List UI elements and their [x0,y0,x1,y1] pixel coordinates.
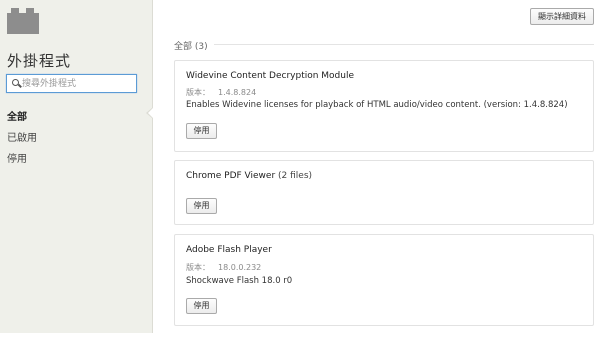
plugins-logo-icon [7,8,39,34]
plugin-name: Chrome PDF Viewer (2 files) [186,171,312,181]
plugin-name-text: Chrome PDF Viewer [186,171,276,181]
plugin-name: Adobe Flash Player [186,245,272,255]
plugin-version: 版本： 18.0.0.232 [186,262,261,273]
nav-item-all[interactable]: 全部 [7,108,27,123]
plugin-version: 版本： 1.4.8.824 [186,87,256,98]
disable-button[interactable]: 停用 [186,198,217,214]
plugin-name: Widevine Content Decryption Module [186,71,355,81]
show-details-button[interactable]: 顯示詳細資料 [530,8,594,25]
disable-button[interactable]: 停用 [186,298,217,314]
plugin-description: Shockwave Flash 18.0 r0 [186,276,293,286]
search-input[interactable] [22,76,132,91]
page-title: 外掛程式 [7,52,72,70]
disable-button[interactable]: 停用 [186,123,217,139]
section-divider [214,44,594,45]
plugin-card-pdf-viewer: Chrome PDF Viewer (2 files) 停用 [174,160,594,225]
plugin-card-widevine: Widevine Content Decryption Module 版本： 1.… [174,60,594,152]
section-header: 全部 (3) [174,42,208,52]
search-box[interactable] [6,74,137,93]
plugin-card-flash: Adobe Flash Player 版本： 18.0.0.232 Shockwa… [174,234,594,326]
nav-item-disabled[interactable]: 停用 [7,150,27,165]
version-label: 版本： [186,88,210,97]
version-value: 18.0.0.232 [218,263,262,272]
plugin-description: Enables Widevine licenses for playback o… [186,100,568,110]
sidebar: 外掛程式 全部 已啟用 停用 [0,0,153,333]
plugin-file-count: (2 files) [278,171,313,181]
version-label: 版本： [186,263,210,272]
version-value: 1.4.8.824 [218,88,257,97]
selected-nav-pointer [146,107,153,119]
nav-item-enabled[interactable]: 已啟用 [7,129,37,144]
search-icon [12,79,19,86]
